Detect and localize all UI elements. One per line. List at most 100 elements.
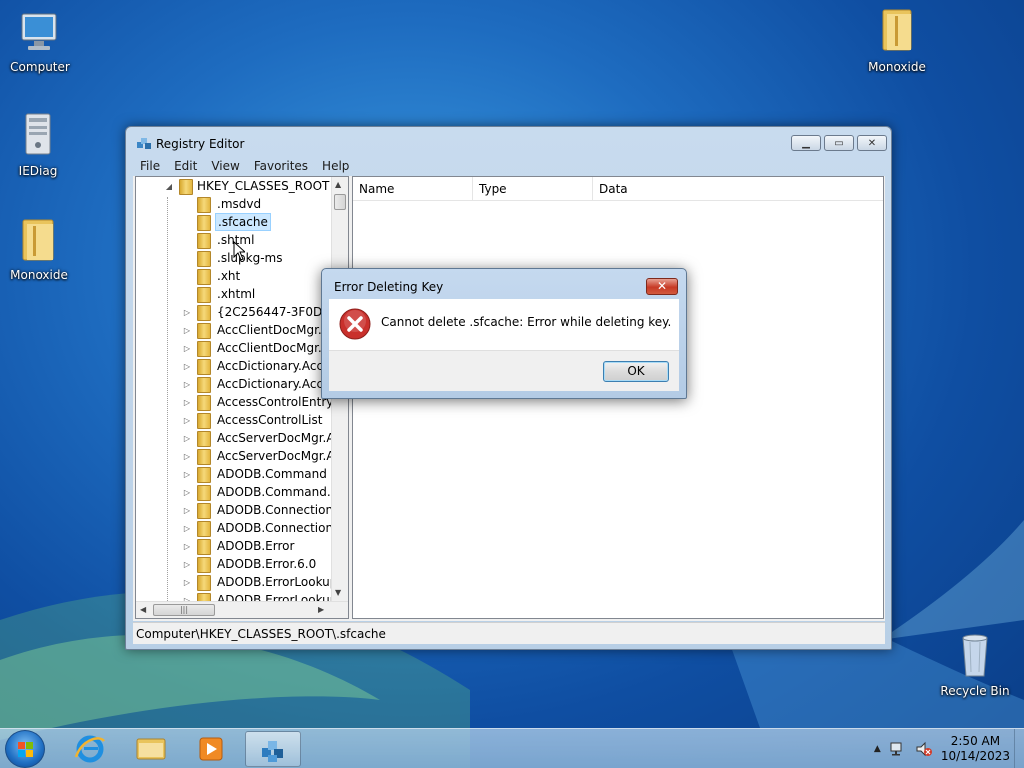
- system-tray: ▲ 2:50 AM 10/14/2023: [874, 729, 1010, 768]
- folder-icon: [195, 197, 211, 213]
- monoxide-folder-right[interactable]: Monoxide: [857, 8, 937, 74]
- tree-item[interactable]: .sfcache: [182, 213, 271, 231]
- regedit-icon: [136, 136, 152, 152]
- close-button[interactable]: ✕: [857, 135, 887, 151]
- tree-item-label: AccClientDocMgr.A: [217, 341, 330, 355]
- error-dialog: Error Deleting Key ✕ Cannot delete .sfca…: [321, 268, 687, 399]
- expand-arrow-icon[interactable]: ▷: [182, 470, 192, 479]
- recycle-bin-desktop-icon[interactable]: Recycle Bin: [935, 632, 1015, 698]
- show-desktop-button[interactable]: [1014, 729, 1024, 768]
- tree-root-hkcr[interactable]: ◢ HKEY_CLASSES_ROOT: [164, 177, 329, 195]
- tree-item-label: AccServerDocMgr.Ac: [217, 431, 341, 445]
- recycle-bin-icon: [951, 632, 999, 680]
- tree-item[interactable]: ▷ AccServerDocMgr.Ac: [182, 447, 343, 465]
- volume-muted-icon[interactable]: [915, 741, 933, 757]
- expand-arrow-icon[interactable]: ▷: [182, 398, 192, 407]
- menu-file[interactable]: File: [133, 157, 167, 177]
- desktop-icon-label: Monoxide: [10, 268, 68, 282]
- collapse-arrow-icon[interactable]: ◢: [164, 182, 174, 191]
- folder-icon: [195, 503, 211, 519]
- maximize-button[interactable]: ▭: [824, 135, 854, 151]
- minimize-button[interactable]: ▁: [791, 135, 821, 151]
- expand-arrow-icon[interactable]: ▷: [182, 488, 192, 497]
- ok-button[interactable]: OK: [603, 361, 669, 382]
- folder-icon: [195, 377, 211, 393]
- menu-view[interactable]: View: [204, 157, 246, 177]
- desktop-icon-label: IEDiag: [18, 164, 58, 178]
- menu-edit[interactable]: Edit: [167, 157, 204, 177]
- tree-item[interactable]: ▷ AccessControlList: [182, 411, 324, 429]
- computer-desktop-icon[interactable]: Computer: [0, 8, 80, 74]
- expand-arrow-icon[interactable]: ▷: [182, 344, 192, 353]
- tree-item[interactable]: ▷ AccClientDocMgr.A: [182, 339, 332, 357]
- tree-item[interactable]: ▷ AccDictionary.AccD: [182, 375, 334, 393]
- network-icon[interactable]: [889, 741, 907, 757]
- tree-item[interactable]: ▷ ADODB.Command.6.0: [182, 483, 349, 501]
- expand-arrow-icon[interactable]: ▷: [182, 506, 192, 515]
- monoxide-folder-left[interactable]: Monoxide: [0, 216, 79, 282]
- iediag-desktop-icon[interactable]: IEDiag: [0, 112, 78, 178]
- tree-item[interactable]: ▷ AccessControlEntry: [182, 393, 335, 411]
- expand-arrow-icon[interactable]: ▷: [182, 416, 192, 425]
- menu-favorites[interactable]: Favorites: [247, 157, 315, 177]
- tree-item[interactable]: .shtml: [182, 231, 256, 249]
- folder-icon: [177, 179, 193, 195]
- tree-item-label: .xhtml: [217, 287, 256, 301]
- show-hidden-icons-icon[interactable]: ▲: [874, 744, 881, 754]
- column-data[interactable]: Data: [593, 177, 883, 201]
- tree-item[interactable]: ▷ ADODB.Connection.6: [182, 519, 347, 537]
- expand-arrow-icon[interactable]: ▷: [182, 524, 192, 533]
- tree-item-label: ADODB.Command.6.0: [217, 485, 349, 499]
- tree-item[interactable]: .xhtml: [182, 285, 257, 303]
- hscroll-thumb[interactable]: |||: [153, 604, 215, 616]
- expand-arrow-icon[interactable]: ▷: [182, 326, 192, 335]
- taskbar-registry-editor[interactable]: [245, 731, 301, 767]
- expand-arrow-icon[interactable]: ▷: [182, 362, 192, 371]
- folder-icon: [195, 287, 211, 303]
- expand-arrow-icon[interactable]: ▷: [182, 560, 192, 569]
- clock[interactable]: 2:50 AM 10/14/2023: [941, 734, 1010, 764]
- dialog-close-button[interactable]: ✕: [646, 278, 678, 295]
- scroll-thumb[interactable]: [334, 194, 346, 210]
- tree-item[interactable]: ▷ AccClientDocMgr.A: [182, 321, 332, 339]
- scroll-left-icon[interactable]: ◀: [140, 605, 146, 614]
- windows-logo-icon: [18, 742, 33, 757]
- column-name[interactable]: Name: [353, 177, 473, 201]
- tree-item-label: ADODB.Error: [217, 539, 295, 553]
- tree-connector: [167, 197, 168, 607]
- expand-arrow-icon[interactable]: ▷: [182, 542, 192, 551]
- tree-item[interactable]: ▷ ADODB.Error.6.0: [182, 555, 318, 573]
- expand-arrow-icon[interactable]: ▷: [182, 380, 192, 389]
- tree-item[interactable]: ▷ ADODB.Error: [182, 537, 296, 555]
- tree-item[interactable]: .msdvd: [182, 195, 263, 213]
- taskbar-explorer[interactable]: [123, 731, 179, 767]
- title-bar[interactable]: Registry Editor ▁ ▭ ✕: [126, 127, 891, 157]
- folder-icon: [195, 539, 211, 555]
- expand-arrow-icon[interactable]: ▷: [182, 308, 192, 317]
- tree-item[interactable]: ▷ AccDictionary.AccD: [182, 357, 334, 375]
- tree-item[interactable]: ▷ ADODB.ErrorLookup: [182, 573, 339, 591]
- column-type[interactable]: Type: [473, 177, 593, 201]
- tree-item[interactable]: ▷ AccServerDocMgr.Ac: [182, 429, 343, 447]
- taskbar-internet-explorer[interactable]: [62, 731, 118, 767]
- folder-icon: [195, 521, 211, 537]
- tree-item[interactable]: ▷ ADODB.Connection: [182, 501, 335, 519]
- expand-arrow-icon[interactable]: ▷: [182, 578, 192, 587]
- scroll-right-icon[interactable]: ▶: [318, 605, 324, 614]
- folder-icon: [195, 557, 211, 573]
- folder-icon: [195, 359, 211, 375]
- tree-item[interactable]: ▷ ADODB.Command: [182, 465, 329, 483]
- menu-help[interactable]: Help: [315, 157, 356, 177]
- scroll-up-icon[interactable]: ▲: [335, 180, 341, 189]
- tree-item-label: AccessControlList: [217, 413, 323, 427]
- folder-icon: [195, 467, 211, 483]
- expand-arrow-icon[interactable]: ▷: [182, 452, 192, 461]
- scroll-down-icon[interactable]: ▼: [335, 588, 341, 597]
- tree-item[interactable]: .xht: [182, 267, 242, 285]
- start-button[interactable]: [5, 730, 45, 768]
- taskbar-media-player[interactable]: [183, 731, 239, 767]
- folder-icon: [195, 341, 211, 357]
- tree-horizontal-scrollbar[interactable]: ◀ ||| ▶: [136, 601, 348, 618]
- tree-item-label: ADODB.ErrorLookup: [217, 575, 338, 589]
- expand-arrow-icon[interactable]: ▷: [182, 434, 192, 443]
